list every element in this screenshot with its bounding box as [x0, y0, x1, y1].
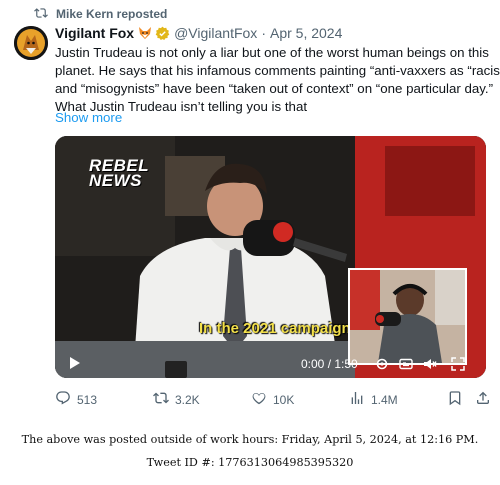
- video-controls: 0:00 / 1:50: [55, 344, 486, 378]
- tweet-text-line: planet. He says that his infamous commen…: [55, 63, 500, 78]
- tweet-actions: 513 3.2K 10K 1.4M: [55, 390, 495, 410]
- analytics-icon: [349, 390, 365, 409]
- volume-icon[interactable]: [423, 357, 437, 371]
- video-player[interactable]: REBEL NEWS In the 2021 campaign. 0:00 / …: [55, 136, 486, 378]
- posted-note: The above was posted outside of work hou…: [21, 433, 479, 446]
- tweet-date[interactable]: Apr 5, 2024: [270, 25, 342, 41]
- repost-button[interactable]: 3.2K: [153, 390, 200, 409]
- repost-count: 3.2K: [175, 392, 200, 407]
- tweet-id: Tweet ID #: 1776313064985395320: [146, 456, 354, 469]
- bookmark-button[interactable]: [447, 390, 463, 409]
- tweet-text-line: Justin Trudeau is not only a liar but on…: [55, 45, 489, 60]
- watermark-line: NEWS: [89, 171, 142, 190]
- verified-badge-icon: [155, 26, 170, 41]
- play-icon[interactable]: [69, 356, 81, 370]
- settings-icon[interactable]: [375, 357, 389, 371]
- views-button[interactable]: 1.4M: [349, 390, 398, 409]
- reply-button[interactable]: 513: [55, 390, 97, 409]
- share-icon: [475, 390, 491, 409]
- video-time: 0:00 / 1:50: [301, 357, 358, 371]
- tweet-text-line: and “misogynists” have been “taken out o…: [55, 81, 494, 96]
- video-caption: In the 2021 campaign.: [199, 320, 355, 337]
- fox-face-icon: [138, 26, 152, 40]
- bookmark-icon: [447, 390, 463, 409]
- tweet-header: Vigilant Fox @VigilantFox · Apr 5, 2024: [55, 25, 342, 41]
- repost-icon: [34, 6, 48, 23]
- reply-count: 513: [77, 392, 98, 407]
- reply-icon: [55, 390, 71, 409]
- repost-icon: [153, 390, 169, 409]
- rebel-news-watermark: REBEL NEWS: [89, 157, 149, 190]
- repost-text: Mike Kern reposted: [56, 7, 168, 21]
- display-name[interactable]: Vigilant Fox: [55, 25, 134, 41]
- avatar[interactable]: [14, 26, 48, 60]
- share-button[interactable]: [475, 390, 491, 409]
- heart-icon: [251, 390, 267, 409]
- like-button[interactable]: 10K: [251, 390, 294, 409]
- like-count: 10K: [273, 392, 295, 407]
- separator-dot: ·: [261, 25, 266, 41]
- captions-icon[interactable]: [399, 357, 413, 371]
- repost-header[interactable]: Mike Kern reposted: [34, 6, 167, 22]
- fullscreen-icon[interactable]: [451, 357, 465, 371]
- tweet-text: Justin Trudeau is not only a liar but on…: [55, 44, 500, 116]
- show-more-link[interactable]: Show more: [55, 110, 122, 125]
- views-count: 1.4M: [371, 392, 398, 407]
- handle[interactable]: @VigilantFox: [174, 25, 257, 41]
